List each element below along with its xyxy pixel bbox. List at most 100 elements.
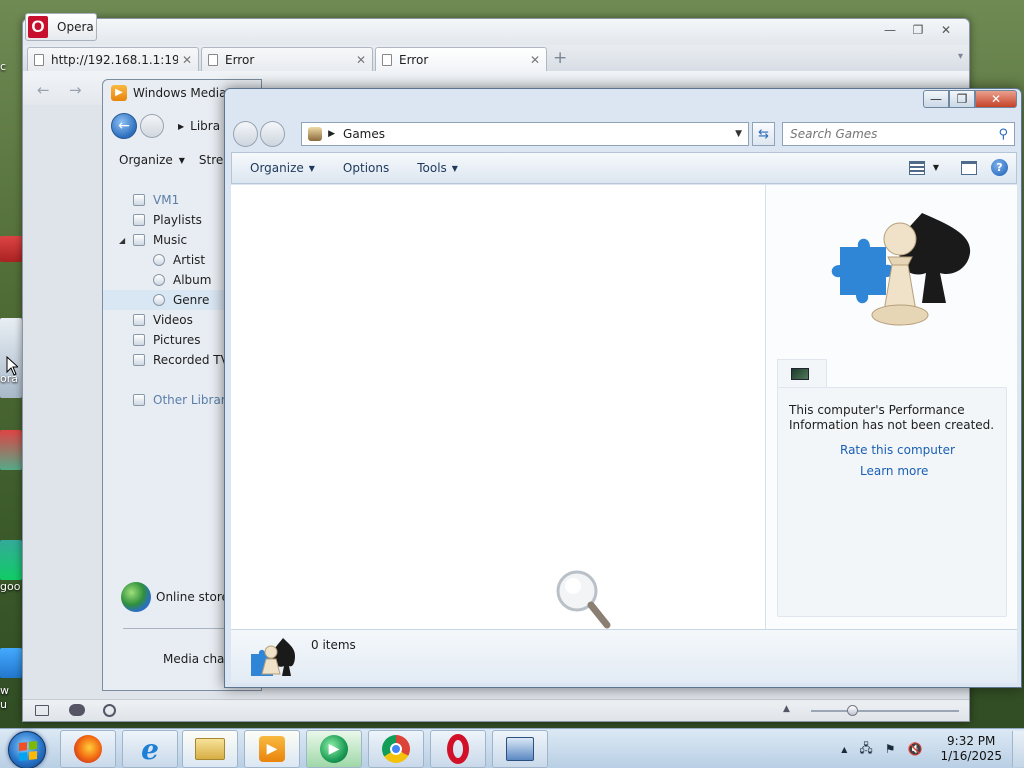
- learn-more-link[interactable]: Learn more: [860, 464, 928, 478]
- address-bar[interactable]: ▶ Games ▼: [301, 122, 750, 146]
- organize-menu[interactable]: Organize ▼: [232, 161, 331, 175]
- close-button[interactable]: ✕: [975, 90, 1017, 108]
- rate-computer-link[interactable]: Rate this computer: [840, 443, 955, 457]
- desktop-label: goo: [0, 580, 21, 593]
- sidebar-item-icon: [153, 254, 165, 266]
- forward-button[interactable]: [140, 114, 164, 138]
- searching-magnifier-icon: [556, 570, 611, 629]
- chevron-down-icon: ▼: [178, 155, 185, 165]
- search-box[interactable]: ⚲: [782, 122, 1015, 146]
- maximize-button[interactable]: ❐: [949, 90, 975, 108]
- taskbar-media-center[interactable]: ▶: [306, 730, 362, 768]
- desktop-icon-fragment[interactable]: [0, 430, 22, 470]
- chevron-down-icon: ▼: [451, 163, 458, 173]
- search-input[interactable]: [790, 127, 991, 141]
- desktop-label: c: [0, 60, 7, 73]
- online-stores-button[interactable]: Online stores: [121, 582, 235, 612]
- page-icon: [382, 53, 392, 66]
- view-controls: ▼ ?: [908, 159, 1008, 176]
- taskbar-opera[interactable]: [430, 730, 486, 768]
- breadcrumb-arrow-icon: ▶: [178, 121, 185, 131]
- opera-logo-icon: O: [28, 16, 48, 38]
- back-button[interactable]: ←: [111, 113, 137, 139]
- back-button[interactable]: [233, 121, 259, 147]
- search-icon[interactable]: ⚲: [998, 127, 1008, 142]
- options-label: Options: [342, 161, 390, 175]
- sidebar-item-label: Pictures: [153, 333, 201, 347]
- expand-triangle-icon[interactable]: ◢: [119, 236, 125, 245]
- zoom-slider-track[interactable]: [811, 710, 959, 712]
- show-desktop-button[interactable]: [1012, 731, 1024, 767]
- media-player-icon: ▶: [259, 736, 285, 762]
- stream-menu[interactable]: Stre: [199, 153, 223, 167]
- taskbar-internet-explorer[interactable]: e: [122, 730, 178, 768]
- desktop-icon-fragment[interactable]: [0, 236, 22, 262]
- forward-button[interactable]: [260, 121, 286, 147]
- sidebar-item-icon: [133, 394, 145, 406]
- tab-error-2[interactable]: Error ✕: [375, 47, 547, 71]
- opera-menu-button[interactable]: O Opera: [25, 13, 97, 41]
- opera-menu-label: Opera: [57, 20, 94, 34]
- preview-pane-icon[interactable]: [961, 160, 977, 175]
- sidebar-item-icon: [133, 214, 145, 226]
- media-player-title: Windows Media P: [133, 86, 238, 100]
- close-button[interactable]: ✕: [933, 21, 959, 39]
- show-hidden-icons-button[interactable]: ▲: [841, 745, 847, 754]
- network-tray-icon[interactable]: 🖧: [859, 739, 872, 760]
- organize-label: Organize: [250, 161, 304, 175]
- taskbar-firefox[interactable]: [60, 730, 116, 768]
- tab-close-icon[interactable]: ✕: [530, 53, 540, 67]
- sidebar-item-icon: [153, 274, 165, 286]
- breadcrumb-library[interactable]: Libra: [190, 119, 220, 133]
- tab-error-1[interactable]: Error ✕: [201, 47, 373, 71]
- organize-menu[interactable]: Organize ▼: [119, 153, 185, 167]
- back-arrow-icon[interactable]: ←: [37, 81, 50, 99]
- zoom-up-icon[interactable]: ▲: [783, 704, 790, 714]
- start-button[interactable]: [8, 731, 46, 768]
- panel-toggle-icon[interactable]: [35, 705, 49, 716]
- mouse-cursor-icon: [6, 356, 18, 376]
- taskbar-network-app[interactable]: [492, 730, 548, 768]
- tab-close-icon[interactable]: ✕: [182, 53, 192, 67]
- taskbar-explorer[interactable]: [182, 730, 238, 768]
- sidebar-item-icon: [133, 354, 145, 366]
- sidebar-item-label: Videos: [153, 313, 193, 327]
- volume-muted-icon[interactable]: 🔇: [908, 742, 923, 756]
- tab-menu-chevron-icon[interactable]: ▾: [958, 51, 963, 62]
- address-games[interactable]: Games: [343, 127, 385, 141]
- sidebar-item-label: Playlists: [153, 213, 202, 227]
- new-tab-button[interactable]: +: [553, 48, 567, 68]
- change-view-button[interactable]: ▼: [908, 160, 939, 175]
- address-dropdown-icon[interactable]: ▼: [735, 129, 742, 139]
- refresh-button[interactable]: ⇆: [752, 122, 776, 146]
- tab-close-icon[interactable]: ✕: [356, 53, 366, 67]
- minimize-button[interactable]: —: [923, 90, 949, 108]
- opera-tab-bar: http://192.168.1.1:1984... ✕ Error ✕ Err…: [23, 45, 969, 71]
- command-bar: Organize ▼ Options Tools ▼ ▼ ?: [231, 152, 1017, 184]
- clock[interactable]: 9:32 PM 1/16/2025: [940, 734, 1002, 764]
- minimize-button[interactable]: —: [877, 21, 903, 39]
- organize-label: Organize: [119, 153, 173, 167]
- speed-dial-icon[interactable]: [103, 704, 116, 717]
- taskbar-chrome[interactable]: [368, 730, 424, 768]
- tools-menu[interactable]: Tools ▼: [405, 161, 474, 175]
- taskbar-media-player[interactable]: ▶: [244, 730, 300, 768]
- options-button[interactable]: Options: [331, 161, 405, 175]
- sidebar-item-icon: [133, 334, 145, 346]
- action-center-flag-icon[interactable]: ⚑: [885, 742, 896, 756]
- performance-tab[interactable]: [777, 359, 827, 389]
- monitor-icon: [791, 368, 809, 380]
- sidebar-item-icon: [133, 234, 145, 246]
- games-folder-icon: [308, 127, 323, 141]
- forward-arrow-icon[interactable]: →: [69, 81, 82, 99]
- help-icon[interactable]: ?: [991, 159, 1008, 176]
- cloud-icon[interactable]: [69, 704, 85, 716]
- maximize-button[interactable]: ❐: [905, 21, 931, 39]
- desktop-icon-fragment[interactable]: [0, 540, 22, 580]
- zoom-slider-thumb[interactable]: [847, 705, 858, 716]
- opera-icon: [447, 734, 469, 764]
- desktop-icon-fragment[interactable]: [0, 648, 22, 678]
- item-count: 0 items: [311, 638, 356, 652]
- games-content-area[interactable]: [231, 185, 765, 629]
- tab-router[interactable]: http://192.168.1.1:1984... ✕: [27, 47, 199, 71]
